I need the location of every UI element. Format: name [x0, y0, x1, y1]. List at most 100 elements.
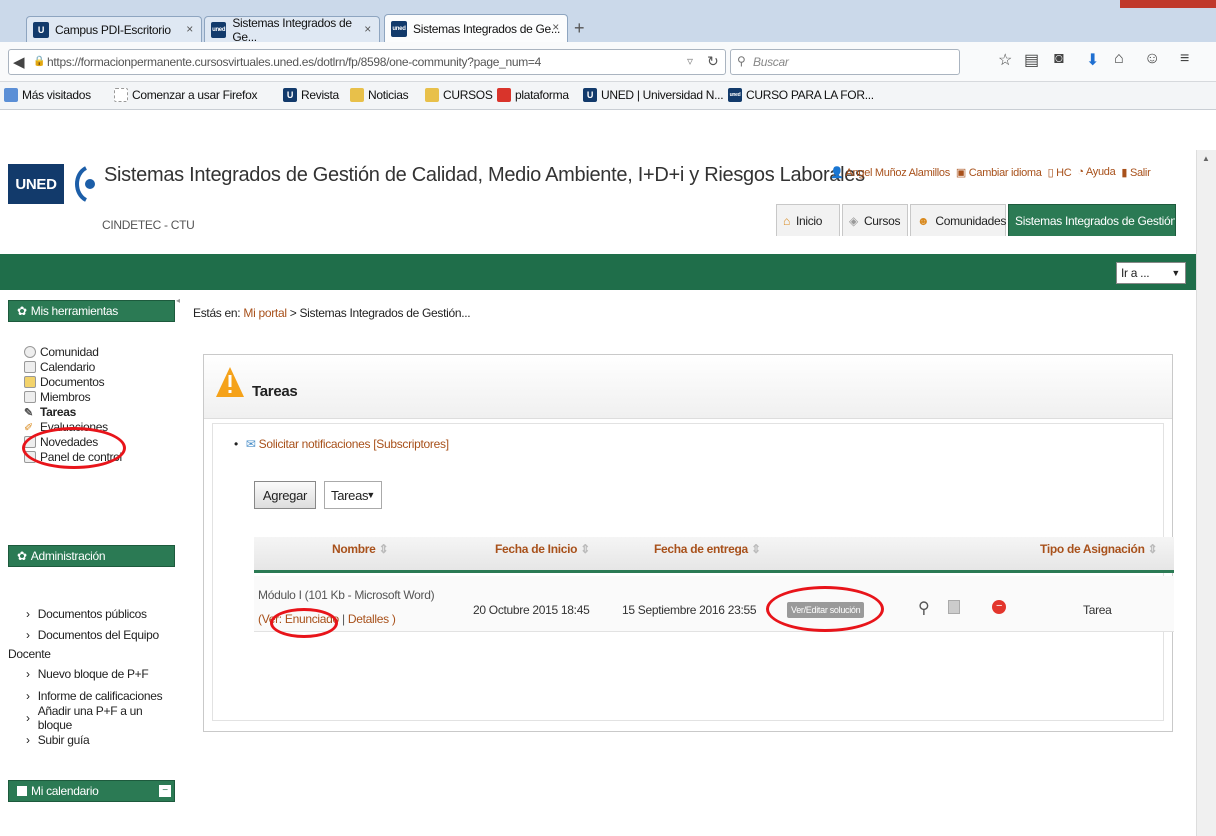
sidebar-calendar: Mi calendario −: [8, 780, 175, 802]
community-icon: [24, 345, 36, 358]
hello-icon[interactable]: ☺: [1144, 50, 1160, 68]
hc-link[interactable]: ▯ HC: [1048, 166, 1072, 179]
pencil-icon: ✎: [24, 406, 33, 419]
sidebar-item-calendario[interactable]: Calendario: [24, 359, 175, 374]
window-close-strip[interactable]: [1120, 0, 1216, 8]
cube-icon: ◈: [849, 213, 858, 228]
browser-tab-campus[interactable]: U Campus PDI-Escritorio ×: [26, 16, 202, 42]
collapse-handle[interactable]: ◂: [176, 296, 180, 306]
breadcrumb: Estás en: Mi portal > Sistemas Integrado…: [193, 306, 471, 320]
add-button[interactable]: Agregar: [254, 481, 316, 509]
uned-swirl-logo: [68, 164, 100, 204]
bookmark-revista[interactable]: U Revista: [283, 88, 339, 102]
url-text[interactable]: https://formacionpermanente.cursosvirtua…: [47, 55, 541, 69]
bookmarks-bar: Más visitados Comenzar a usar Firefox UR…: [0, 82, 1216, 110]
search-bar[interactable]: ⚲ Buscar: [730, 49, 960, 75]
new-tab-button[interactable]: +: [574, 18, 585, 39]
tab-cursos[interactable]: ◈ Cursos: [842, 204, 908, 236]
scrollbar[interactable]: ▲: [1196, 150, 1216, 836]
language-link[interactable]: ▣ Cambiar idioma: [956, 166, 1042, 179]
task-start-date: 20 Octubre 2015 18:45: [473, 603, 590, 617]
help-link[interactable]: ◔ Ayuda: [1077, 166, 1115, 179]
uned-u-icon: U: [33, 21, 49, 38]
calendar-icon: [17, 786, 27, 796]
minimize-icon[interactable]: −: [159, 785, 171, 797]
admin-header: ✿ Administración: [8, 545, 175, 567]
sidebar-item-comunidad[interactable]: Comunidad: [24, 344, 175, 359]
breadcrumb-link[interactable]: Mi portal: [243, 306, 287, 320]
bookmark-cursos[interactable]: CURSOS: [425, 88, 493, 102]
col-tipo[interactable]: Tipo de Asignación ⇕: [1040, 542, 1158, 556]
admin-item-anadir-pf[interactable]: › Añadir una P+F a un bloque: [8, 704, 175, 732]
col-fecha-entrega[interactable]: Fecha de entrega ⇕: [654, 542, 761, 556]
browser-tab-sistemas-1[interactable]: uned Sistemas Integrados de Ge... ×: [204, 16, 380, 44]
back-arrow-icon[interactable]: ◀: [13, 53, 25, 71]
col-fecha-inicio[interactable]: Fecha de Inicio ⇕: [495, 542, 590, 556]
chevron-down-icon: ▼: [366, 490, 375, 500]
notify-link[interactable]: Solicitar notificaciones: [259, 437, 371, 451]
bookmark-uned[interactable]: U UNED | Universidad N...: [583, 88, 724, 102]
people-icon: ☻: [917, 213, 930, 228]
pocket-icon[interactable]: ◙: [1054, 50, 1064, 68]
home-icon[interactable]: ⌂: [1114, 50, 1124, 68]
tab-comunidades[interactable]: ☻ Comunidades: [910, 204, 1006, 236]
bookmark-icon: [4, 88, 18, 102]
task-type: Tarea: [1083, 603, 1112, 617]
user-links: 👤 Angel Muñoz Alamillos ▣ Cambiar idioma…: [830, 166, 1151, 179]
highlight-ellipse: [766, 586, 884, 632]
dropdown-arrow-icon[interactable]: ▿: [687, 54, 693, 68]
highlight-ellipse: [270, 608, 338, 638]
reading-list-icon[interactable]: ▤: [1024, 50, 1039, 70]
detalles-link[interactable]: Detalles: [348, 612, 389, 626]
col-nombre[interactable]: Nombre ⇕: [332, 542, 389, 556]
type-select[interactable]: Tareas ▼: [324, 481, 382, 509]
bookmark-mas-visitados[interactable]: Más visitados: [4, 88, 91, 102]
panel-header: Tareas: [204, 355, 1172, 419]
admin-item-nuevo-bloque[interactable]: › Nuevo bloque de P+F: [8, 663, 175, 685]
browser-tab-sistemas-2[interactable]: uned Sistemas Integrados de Ge... ×: [384, 14, 568, 42]
bookmark-firefox[interactable]: Comenzar a usar Firefox: [114, 88, 257, 102]
chevron-right-icon: ›: [26, 733, 30, 747]
magnifier-icon[interactable]: ⚲: [918, 598, 930, 618]
sidebar-item-miembros[interactable]: Miembros: [24, 389, 175, 404]
panel-title: Tareas: [252, 383, 298, 400]
tab-inicio[interactable]: ⌂ Inicio: [776, 204, 840, 236]
admin-item-subir-guia[interactable]: › Subir guía: [8, 729, 175, 751]
envelope-icon: ✉: [245, 437, 256, 451]
folder-icon: [425, 88, 439, 102]
sort-icon: ⇕: [1147, 542, 1158, 556]
edit-icon[interactable]: [948, 600, 960, 614]
sort-icon: ⇕: [750, 542, 761, 556]
sidebar-item-documentos[interactable]: Documentos: [24, 374, 175, 389]
sidebar-admin: ✿ Administración › Documentos públicos › Do…: [8, 545, 175, 751]
bookmark-noticias[interactable]: Noticias: [350, 88, 409, 102]
page-icon: [114, 88, 128, 102]
reload-icon[interactable]: ↻: [707, 53, 719, 70]
calendar-header: Mi calendario −: [8, 780, 175, 802]
close-icon[interactable]: ×: [186, 22, 193, 36]
user-link[interactable]: 👤 Angel Muñoz Alamillos: [830, 166, 950, 179]
close-icon[interactable]: ×: [552, 20, 559, 34]
bookmark-plataforma[interactable]: plataforma: [497, 88, 569, 102]
subscribers-link[interactable]: [Subscriptores]: [373, 437, 449, 451]
search-placeholder: Buscar: [753, 55, 789, 69]
logout-link[interactable]: ▮ Salir: [1121, 166, 1150, 179]
admin-item-docs-equipo-cont[interactable]: Docente: [8, 645, 175, 663]
close-icon[interactable]: ×: [364, 22, 371, 36]
browser-tab-bar: U Campus PDI-Escritorio × uned Sistemas …: [0, 0, 1216, 44]
scroll-up-icon[interactable]: ▲: [1202, 154, 1210, 163]
uned-u-icon: U: [583, 88, 597, 102]
bookmark-star-icon[interactable]: ☆: [998, 50, 1012, 70]
sidebar-item-tareas[interactable]: ✎ Tareas: [24, 404, 175, 419]
download-icon[interactable]: ⬇: [1086, 50, 1099, 70]
calendar-icon: [24, 360, 36, 373]
admin-item-docs-publicos[interactable]: › Documentos públicos: [8, 603, 175, 625]
bookmark-curso-para[interactable]: uned CURSO PARA LA FOR...: [728, 88, 874, 102]
goto-select[interactable]: Ir a ... ▼: [1116, 262, 1186, 284]
admin-item-docs-equipo[interactable]: › Documentos del Equipo: [8, 625, 175, 645]
url-bar[interactable]: ◀ 🔒 https://formacionpermanente.cursosvi…: [8, 49, 726, 75]
delete-icon[interactable]: −: [992, 600, 1006, 614]
menu-icon[interactable]: ≡: [1180, 50, 1189, 68]
pen-icon: ✐: [24, 421, 33, 434]
tab-sistemas[interactable]: Sistemas Integrados de Gestión...: [1008, 204, 1176, 236]
